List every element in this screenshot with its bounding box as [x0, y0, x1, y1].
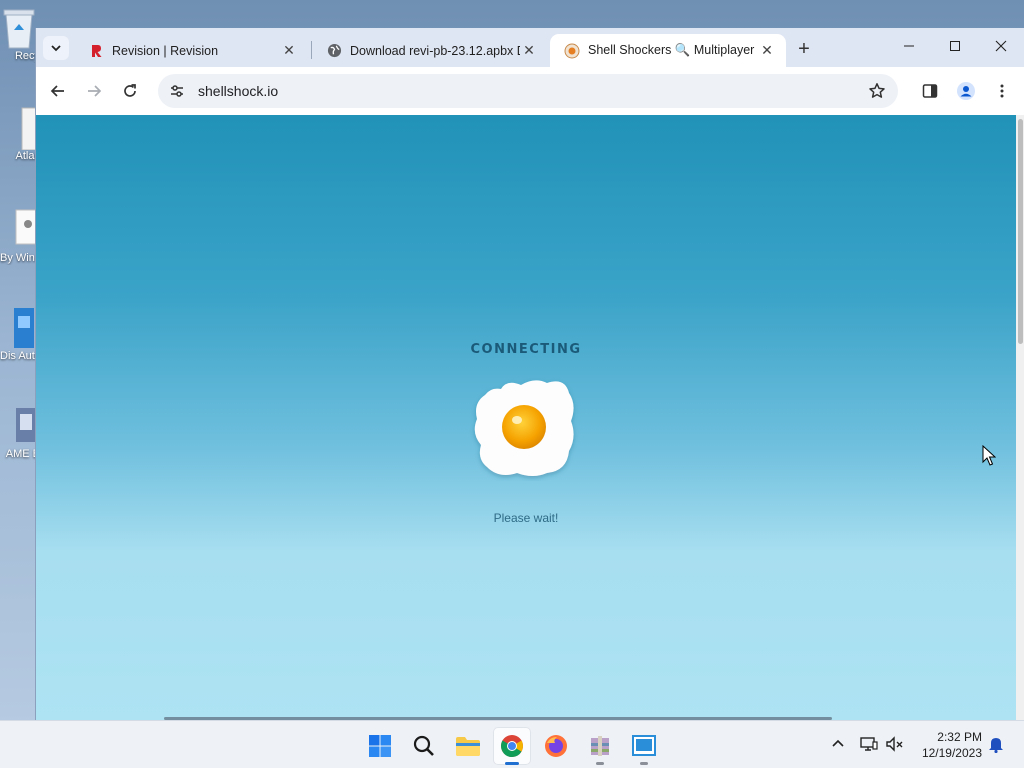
cube-app-icon [14, 308, 34, 348]
please-wait-text: Please wait! [493, 511, 559, 525]
tab-search-button[interactable] [43, 36, 69, 60]
desktop-icon-label: By Windo [0, 252, 40, 264]
clock-time: 2:32 PM [937, 730, 982, 744]
forward-button[interactable] [80, 77, 108, 105]
tab-shell-shockers[interactable]: Shell Shockers 🔍 Multiplayer I ✕ [550, 34, 786, 67]
notepad-taskbar-button[interactable] [625, 727, 663, 765]
desktop-icon-ame[interactable]: AME B [0, 404, 40, 461]
search-icon [413, 735, 434, 756]
scrollbar-thumb[interactable] [1018, 119, 1023, 344]
close-tab-icon[interactable]: ✕ [758, 42, 776, 60]
desktop-icon-by-windows[interactable]: By Windo [0, 208, 40, 265]
minimize-button[interactable] [886, 28, 932, 64]
side-panel-icon [922, 84, 938, 98]
reload-icon [124, 84, 136, 97]
bookmark-star-icon[interactable] [866, 80, 888, 102]
start-icon [369, 735, 391, 757]
maximize-button[interactable] [932, 28, 978, 64]
address-bar[interactable]: shellshock.io [158, 74, 898, 108]
desktop-icon-label: Dis Auto [0, 350, 40, 362]
taskbar: 2:32 PM 12/19/2023 [0, 720, 1024, 768]
maximize-icon [950, 41, 960, 51]
chevron-up-icon [832, 739, 844, 747]
tab-strip: Revision | Revision ✕ Download revi-pb-2… [36, 28, 1024, 67]
minimize-icon [904, 45, 914, 47]
recycle-bin-icon [3, 9, 35, 49]
side-panel-button[interactable] [916, 77, 944, 105]
mouse-cursor-icon [982, 445, 996, 466]
volume-tray-button[interactable] [884, 733, 906, 755]
shortcut-icon [15, 209, 36, 245]
tab-revision[interactable]: Revision | Revision ✕ [74, 34, 308, 67]
document-icon [21, 107, 36, 150]
network-icon [860, 737, 878, 751]
bell-icon [989, 738, 1003, 753]
vertical-scrollbar[interactable] [1016, 115, 1024, 720]
taskbar-search-button[interactable] [405, 727, 443, 765]
profile-button[interactable] [952, 77, 980, 105]
close-window-button[interactable] [978, 28, 1024, 64]
firefox-icon [545, 735, 567, 757]
back-button[interactable] [44, 77, 72, 105]
chevron-down-icon [51, 45, 61, 52]
close-tab-icon[interactable]: ✕ [280, 42, 298, 60]
connecting-heading: CONNECTING [470, 342, 582, 357]
ame-app-icon [16, 408, 36, 442]
notepad-icon [632, 735, 656, 756]
reload-button[interactable] [116, 77, 144, 105]
tab-title: Revision | Revision [112, 43, 219, 58]
arrow-right-icon [88, 85, 102, 97]
page-viewport: CONNECTING Please wait! [36, 115, 1016, 720]
winrar-icon [591, 736, 609, 756]
chrome-icon [500, 735, 524, 757]
shell-shockers-egg-icon [564, 43, 580, 59]
site-info-icon[interactable] [166, 80, 188, 102]
running-indicator [596, 762, 604, 765]
desktop-icon-label: AME B [5, 448, 40, 460]
globe-icon [326, 43, 342, 59]
profile-avatar-icon [957, 82, 975, 100]
firefox-taskbar-button[interactable] [537, 727, 575, 765]
show-hidden-icons-button[interactable] [827, 733, 849, 755]
tab-title: Shell Shockers 🔍 Multiplayer I [588, 43, 758, 57]
url-text: shellshock.io [198, 83, 279, 99]
running-indicator [640, 762, 648, 765]
file-explorer-button[interactable] [449, 727, 487, 765]
fried-egg-icon [474, 380, 574, 476]
system-clock[interactable]: 2:32 PM 12/19/2023 [912, 729, 982, 761]
desktop-icon-label: Atlas [15, 150, 40, 162]
network-tray-button[interactable] [858, 733, 880, 755]
browser-toolbar: shellshock.io [36, 67, 1024, 115]
desktop-icon-recycle-bin[interactable]: Recy [0, 6, 40, 63]
arrow-left-icon [50, 85, 64, 97]
close-icon [995, 40, 1007, 52]
new-tab-button[interactable]: + [792, 37, 816, 61]
clock-date: 12/19/2023 [921, 746, 982, 760]
tab-download[interactable]: Download revi-pb-23.12.apbx D ✕ [312, 34, 548, 67]
chrome-taskbar-button[interactable] [493, 727, 531, 765]
notifications-button[interactable] [985, 733, 1007, 755]
volume-muted-icon [886, 736, 903, 752]
close-tab-icon[interactable]: ✕ [520, 42, 538, 60]
tab-title: Download revi-pb-23.12.apbx D [350, 43, 520, 58]
revision-logo-icon [88, 43, 104, 59]
desktop-icon-dis-auto[interactable]: Dis Auto [0, 306, 40, 363]
desktop-icon-atlas[interactable]: Atlas [0, 106, 40, 163]
active-indicator [505, 762, 519, 765]
start-button[interactable] [361, 727, 399, 765]
winrar-taskbar-button[interactable] [581, 727, 619, 765]
menu-button[interactable] [988, 77, 1016, 105]
desktop-icon-label: Recy [14, 50, 40, 62]
browser-window: Revision | Revision ✕ Download revi-pb-2… [35, 28, 1024, 720]
more-vertical-icon [1000, 84, 1004, 98]
file-explorer-icon [456, 737, 480, 756]
